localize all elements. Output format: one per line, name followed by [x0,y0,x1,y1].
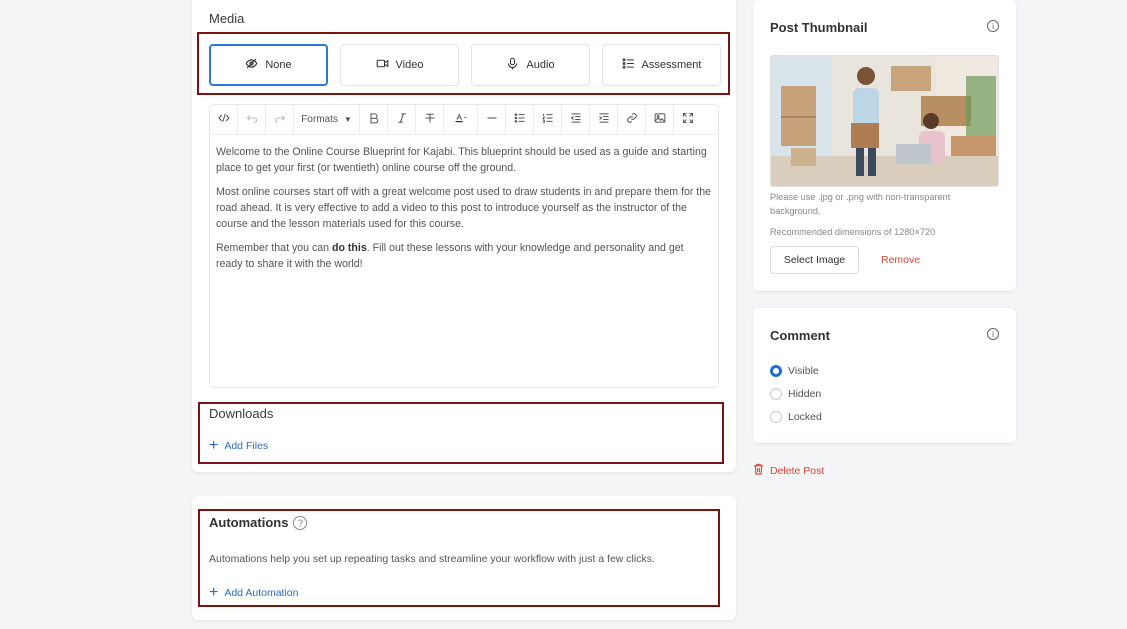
select-image-button[interactable]: Select Image [770,246,859,274]
horizontal-line-icon [486,112,498,127]
redo-button[interactable] [266,105,294,134]
strikethrough-icon [424,112,436,127]
info-icon[interactable]: i [987,328,999,340]
trash-icon [753,463,764,478]
radio-unchecked-icon [770,388,782,400]
thumbnail-image [770,55,999,187]
lesson-content-card: Media None Video Audio Assessment Format… [192,0,736,472]
rich-text-editor: Formats ▼ Welcome to the Online Course B… [209,104,719,388]
radio-label: Hidden [788,388,822,400]
bold-button[interactable] [360,105,388,134]
delete-post-button[interactable]: Delete Post [753,463,824,478]
bullet-list-icon [514,112,526,127]
add-automation-link[interactable]: + Add Automation [209,584,299,601]
strikethrough-button[interactable] [416,105,444,134]
plus-icon: + [209,437,219,454]
paragraph-text: Remember that you can [216,242,332,254]
editor-content[interactable]: Welcome to the Online Course Blueprint f… [210,135,718,289]
formats-label: Formats [301,114,338,125]
insert-link-button[interactable] [618,105,646,134]
horizontal-rule-button[interactable] [478,105,506,134]
radio-unchecked-icon [770,411,782,423]
editor-paragraph: Remember that you can do this. Fill out … [216,240,712,272]
help-icon[interactable]: ? [293,515,308,530]
comment-option-hidden[interactable]: Hidden [770,388,821,400]
downloads-highlight-box [198,402,724,464]
automations-title: Automations ? [209,515,308,530]
link-icon [626,112,638,127]
info-icon[interactable]: i [987,20,999,32]
automations-description: Automations help you set up repeating ta… [209,553,655,565]
editor-toolbar: Formats ▼ [210,105,718,135]
image-icon [654,112,666,127]
eye-off-icon [245,57,258,73]
video-camera-icon [376,57,389,73]
undo-icon [246,112,258,127]
caret-down-icon: ▼ [343,115,352,124]
add-files-label: Add Files [224,440,269,452]
media-tab-label: Assessment [641,59,702,71]
numbered-list-button[interactable] [534,105,562,134]
list-icon [622,57,635,73]
media-tab-none[interactable]: None [209,44,328,86]
thumbnail-dimensions-note: Recommended dimensions of 1280×720 [770,227,936,237]
bold-icon [368,112,380,127]
code-icon [217,112,230,127]
automations-title-text: Automations [209,515,289,530]
media-tab-audio[interactable]: Audio [471,44,590,86]
undo-button[interactable] [238,105,266,134]
redo-icon [274,112,286,127]
bullet-list-button[interactable] [506,105,534,134]
fullscreen-button[interactable] [674,105,702,134]
media-title: Media [209,11,245,26]
media-tab-assessment[interactable]: Assessment [602,44,721,86]
indent-button[interactable] [590,105,618,134]
bold-text: do this [332,242,367,254]
remove-image-button[interactable]: Remove [881,254,920,266]
comment-card: Comment i Visible Hidden Locked [753,308,1016,443]
indent-icon [598,112,610,127]
numbered-list-icon [541,112,554,127]
italic-button[interactable] [388,105,416,134]
outdent-button[interactable] [562,105,590,134]
plus-icon: + [209,584,219,601]
comment-option-visible[interactable]: Visible [770,365,819,377]
radio-checked-icon [770,365,782,377]
media-tab-label: Audio [526,59,555,71]
downloads-title: Downloads [209,406,274,421]
formats-dropdown[interactable]: Formats ▼ [294,105,360,134]
media-tab-label: Video [395,59,424,71]
add-automation-label: Add Automation [224,587,299,599]
editor-paragraph: Most online courses start off with a gre… [216,186,712,230]
microphone-icon [506,57,519,73]
post-thumbnail-card: Post Thumbnail i Please use .jpg or .png… [753,0,1016,291]
expand-icon [682,112,694,127]
comment-option-locked[interactable]: Locked [770,411,822,423]
thumbnail-format-note: Please use .jpg or .png with non-transpa… [770,192,951,216]
italic-icon [396,112,408,127]
media-tab-video[interactable]: Video [340,44,459,86]
code-view-button[interactable] [210,105,238,134]
automations-card: Automations ? Automations help you set u… [192,496,736,620]
add-files-link[interactable]: + Add Files [209,437,269,454]
text-color-icon [455,112,467,127]
media-tab-label: None [265,59,292,71]
editor-paragraph: Welcome to the Online Course Blueprint f… [216,146,707,174]
insert-image-button[interactable] [646,105,674,134]
media-tabs: None Video Audio Assessment [209,44,721,86]
text-color-button[interactable] [444,105,478,134]
delete-post-label: Delete Post [770,464,825,477]
post-thumbnail-title: Post Thumbnail [770,20,868,35]
radio-label: Visible [788,365,819,377]
comment-title: Comment [770,328,830,343]
radio-label: Locked [788,411,822,423]
outdent-icon [570,112,582,127]
